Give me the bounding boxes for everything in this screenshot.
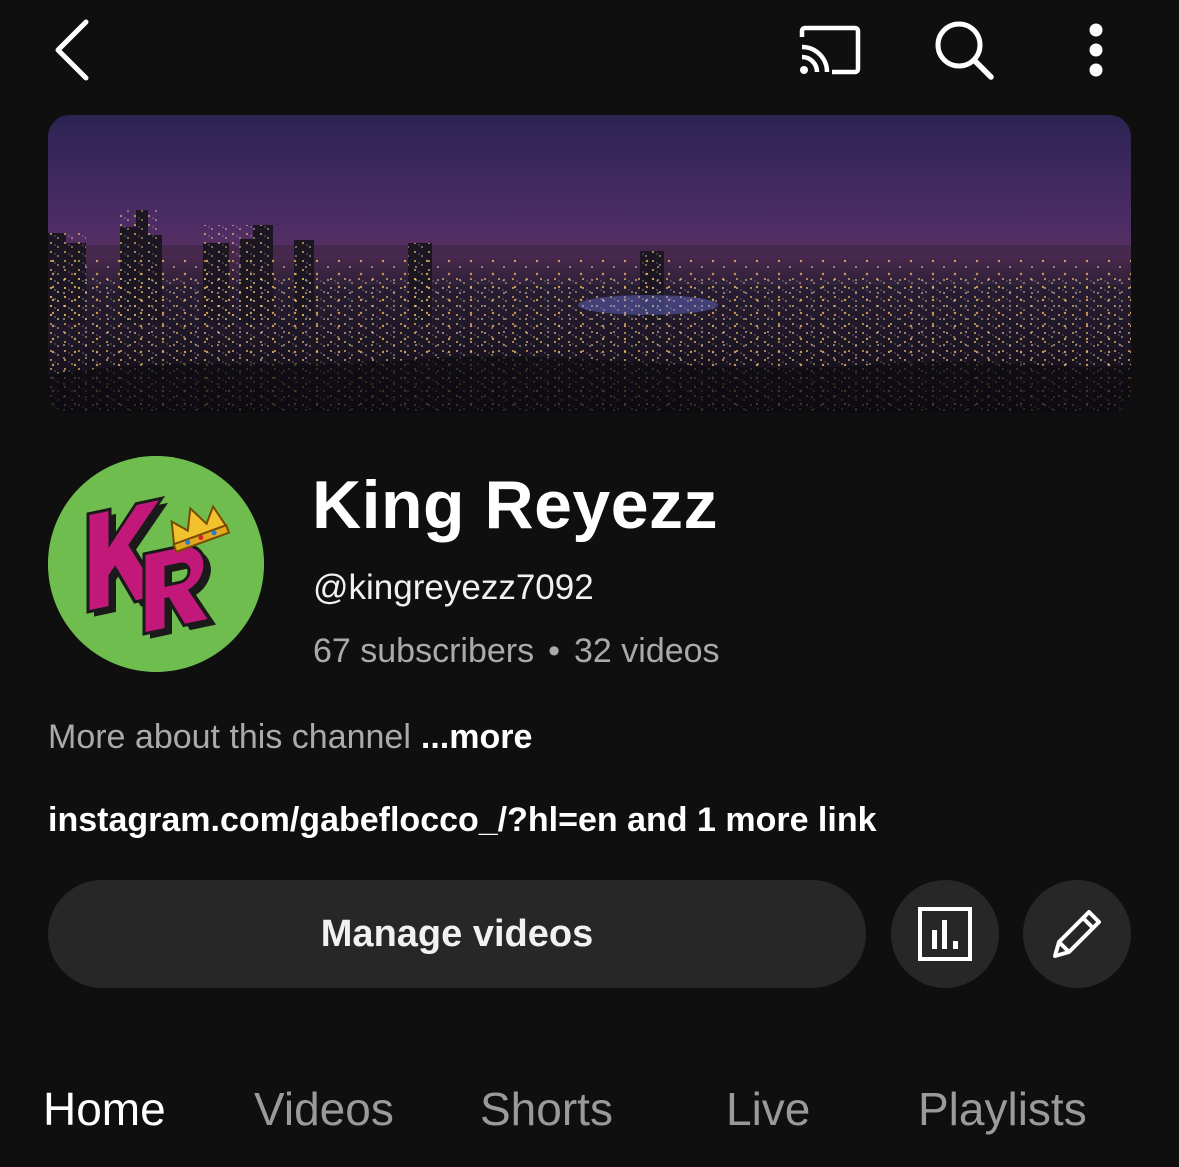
channel-links[interactable]: instagram.com/gabeflocco_/?hl=en and 1 m… [48,801,877,840]
tab-videos[interactable]: Videos [254,1082,394,1136]
kr-logo-icon [48,456,264,672]
channel-avatar[interactable] [48,456,264,672]
subscriber-count: 67 subscribers [313,632,535,670]
analytics-button[interactable] [891,880,999,988]
channel-tabs: Home Videos Shorts Live Playlists [0,1060,1179,1160]
back-button[interactable] [40,12,104,88]
cast-button[interactable] [790,14,870,86]
more-link[interactable]: ...more [421,718,532,756]
edit-channel-button[interactable] [1023,880,1131,988]
about-text: More about this channel [48,718,411,756]
channel-stats: 67 subscribers • 32 videos [313,632,720,671]
manage-videos-button[interactable]: Manage videos [48,880,866,988]
city-skyline-image [48,115,1131,413]
search-icon [935,21,994,80]
analytics-icon [918,907,972,961]
stats-separator: • [548,632,561,670]
chevron-left-icon [55,19,89,81]
cast-icon [799,25,861,75]
pencil-icon [1053,910,1101,958]
more-options-button[interactable] [1066,10,1126,90]
search-button[interactable] [924,10,1004,90]
channel-description[interactable]: More about this channel ...more [48,718,532,757]
tab-home[interactable]: Home [43,1082,166,1136]
channel-name: King Reyezz [312,467,719,543]
more-vertical-icon [1089,23,1103,77]
channel-handle: @kingreyezz7092 [313,568,594,607]
tab-live[interactable]: Live [726,1082,810,1136]
tab-playlists[interactable]: Playlists [918,1082,1087,1136]
video-count: 32 videos [574,632,720,670]
top-app-bar [0,0,1179,100]
manage-videos-label: Manage videos [320,912,594,955]
tab-shorts[interactable]: Shorts [480,1082,613,1136]
channel-banner [48,115,1131,413]
